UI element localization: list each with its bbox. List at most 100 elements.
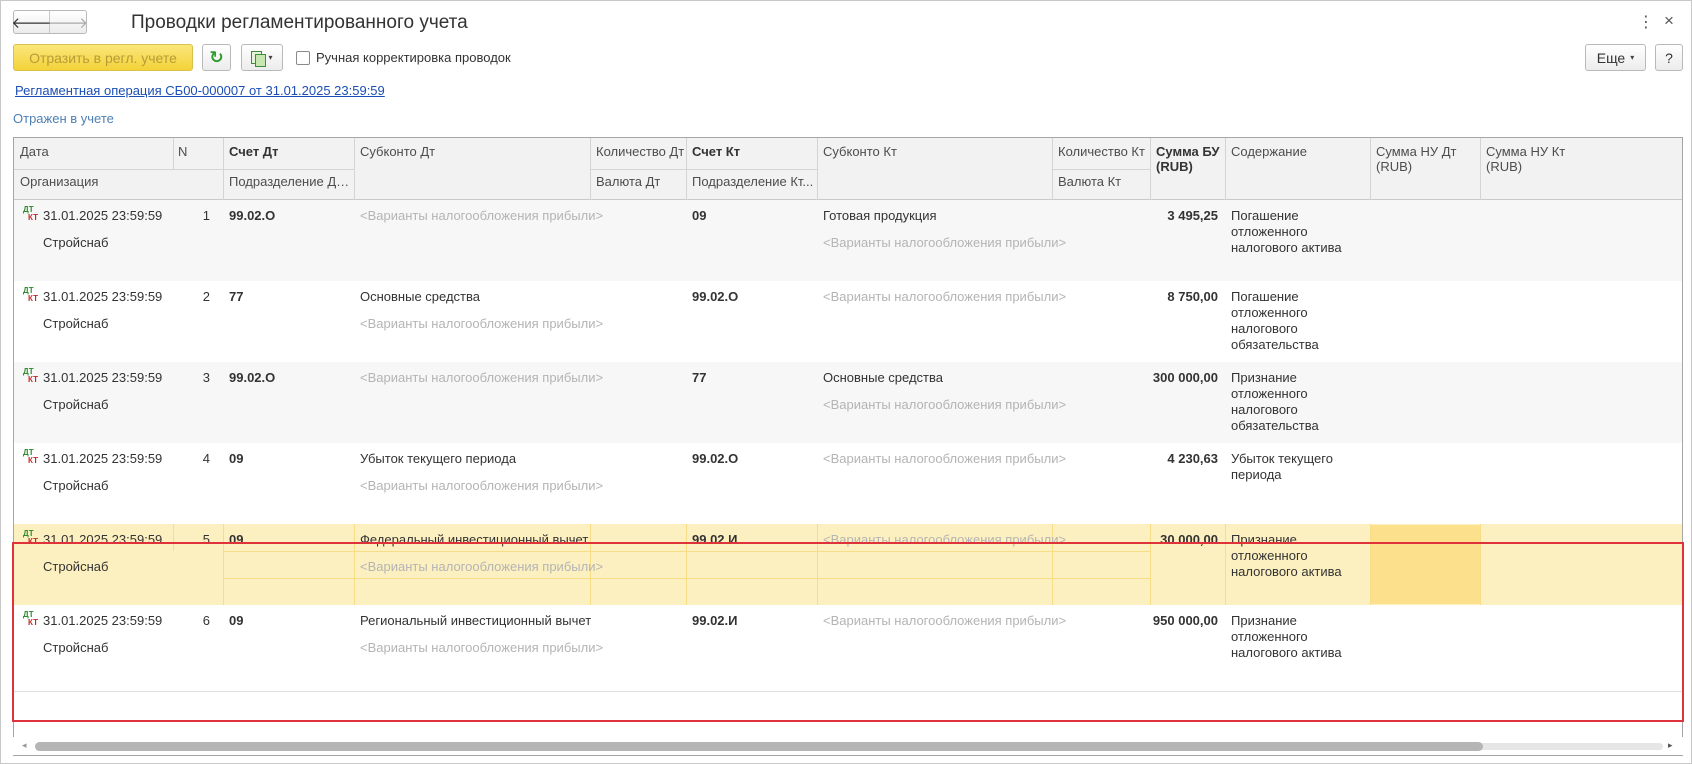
date-cell: 31.01.2025 23:59:59: [43, 289, 163, 304]
n-cell: 2: [202, 289, 210, 304]
help-button[interactable]: ?: [1655, 44, 1683, 71]
organization-cell: Стройснаб: [43, 235, 109, 250]
table-row[interactable]: ДТ КТ 31.01.2025 23:59:59 3 Стройснаб 99.…: [14, 362, 1682, 449]
table-header: Дата N Счет Дт Субконто Дт Количество Дт…: [14, 138, 1682, 200]
column-header-subconto-dt[interactable]: Субконто Дт: [360, 144, 435, 159]
date-cell: 31.01.2025 23:59:59: [43, 451, 163, 466]
column-header-date[interactable]: Дата: [20, 144, 49, 159]
subconto-kt-cell: <Варианты налогообложения прибыли>: [823, 451, 1067, 466]
column-header-content[interactable]: Содержание: [1231, 144, 1307, 159]
posting-dt-kt-icon: ДТ КТ: [23, 448, 38, 465]
scrollbar-thumb[interactable]: [35, 742, 1483, 751]
operation-link[interactable]: Регламентная операция СБ00-000007 от 31.…: [15, 83, 385, 98]
chevron-down-icon: ▾: [1630, 53, 1635, 62]
table-row[interactable]: ДТ КТ 31.01.2025 23:59:59 1 Стройснаб 99.…: [14, 200, 1682, 287]
column-header-currency-kt[interactable]: Валюта Кт: [1058, 174, 1121, 189]
account-kt-cell: 99.02.И: [692, 532, 738, 547]
subconto-dt-cell: Федеральный инвестиционный вычет: [360, 532, 589, 547]
manual-correction-checkbox[interactable]: [296, 51, 310, 65]
n-cell: 5: [202, 532, 210, 547]
sum-bu-cell: 3 495,25: [1167, 208, 1218, 223]
subconto-dt-cell-2: <Варианты налогообложения прибыли>: [360, 316, 604, 331]
subconto-kt-cell: Основные средства: [823, 370, 943, 385]
close-icon[interactable]: ×: [1664, 11, 1674, 31]
more-label: Еще: [1596, 49, 1626, 66]
table-row[interactable]: ДТ КТ 31.01.2025 23:59:59 6 Стройснаб 09 …: [14, 605, 1682, 692]
content-cell: Признание отложенного налогового актива: [1231, 532, 1342, 579]
table-row[interactable]: ДТ КТ 31.01.2025 23:59:59 4 Стройснаб 09 …: [14, 443, 1682, 530]
column-header-organization[interactable]: Организация: [20, 174, 98, 189]
subconto-dt-cell: <Варианты налогообложения прибыли>: [360, 370, 604, 385]
content-cell: Признание отложенного налогового актива: [1231, 613, 1342, 660]
date-cell: 31.01.2025 23:59:59: [43, 532, 163, 547]
n-cell: 4: [202, 451, 210, 466]
subconto-dt-cell: Основные средства: [360, 289, 480, 304]
sum-bu-cell: 300 000,00: [1152, 370, 1218, 385]
column-header-sum-nu-kt[interactable]: Сумма НУ Кт (RUB): [1486, 144, 1586, 174]
posting-dt-kt-icon: ДТ КТ: [23, 610, 38, 627]
subconto-kt-cell-2: <Варианты налогообложения прибыли>: [823, 235, 1067, 250]
column-header-sum-nu-dt[interactable]: Сумма НУ Дт (RUB): [1376, 144, 1476, 174]
column-header-subconto-kt[interactable]: Субконто Кт: [823, 144, 897, 159]
sum-bu-cell: 30 000,00: [1160, 532, 1218, 547]
account-kt-cell: 99.02.И: [692, 613, 738, 628]
reflect-in-accounting-button[interactable]: Отразить в регл. учете: [13, 44, 193, 71]
table-row[interactable]: ДТ КТ 31.01.2025 23:59:59 2 Стройснаб 77 …: [14, 281, 1682, 368]
back-arrow-icon[interactable]: 🡐: [11, 11, 52, 33]
horizontal-scrollbar[interactable]: ◂ ▸: [13, 737, 1683, 755]
posting-dt-kt-icon: ДТ КТ: [23, 367, 38, 384]
column-header-sum-bu[interactable]: Сумма БУ (RUB): [1156, 144, 1224, 174]
subconto-dt-cell: Убыток текущего периода: [360, 451, 517, 466]
account-dt-cell: 09: [229, 613, 244, 628]
column-header-division-kt[interactable]: Подразделение Кт...: [692, 174, 814, 189]
refresh-button[interactable]: ↻: [202, 44, 231, 71]
n-cell: 6: [202, 613, 210, 628]
content-cell: Погашение отложенного налогового актива: [1231, 208, 1342, 255]
manual-correction-label[interactable]: Ручная корректировка проводок: [316, 50, 511, 65]
posting-dt-kt-icon: ДТ КТ: [23, 286, 38, 303]
date-cell: 31.01.2025 23:59:59: [43, 208, 163, 223]
subconto-kt-cell: <Варианты налогообложения прибыли>: [823, 289, 1067, 304]
content-cell: Убыток текущего периода: [1231, 451, 1333, 482]
account-dt-cell: 09: [229, 532, 244, 547]
status-text: Отражен в учете: [13, 111, 114, 126]
documents-icon: [251, 50, 267, 67]
scroll-left-icon[interactable]: ◂: [22, 740, 27, 751]
column-header-account-dt[interactable]: Счет Дт: [229, 144, 278, 159]
focused-cell-sum-nu-dt[interactable]: [1371, 525, 1480, 604]
subconto-kt-cell-2: <Варианты налогообложения прибыли>: [823, 397, 1067, 412]
organization-cell: Стройснаб: [43, 316, 109, 331]
forward-arrow-icon[interactable]: 🡒: [48, 11, 88, 33]
subconto-dt-cell: Региональный инвестиционный вычет: [360, 613, 592, 628]
column-header-n[interactable]: N: [178, 144, 187, 159]
column-header-account-kt[interactable]: Счет Кт: [692, 144, 740, 159]
posting-dt-kt-icon: ДТ КТ: [23, 205, 38, 222]
subconto-dt-cell: <Варианты налогообложения прибыли>: [360, 208, 604, 223]
kebab-menu-icon[interactable]: ⋮: [1638, 12, 1654, 32]
column-header-division-dt[interactable]: Подразделение Дт...: [229, 174, 351, 189]
chevron-down-icon: ▾: [268, 53, 273, 62]
subconto-kt-cell: Готовая продукция: [823, 208, 937, 223]
navigation-buttons: 🡐 🡒: [11, 10, 88, 34]
organization-cell: Стройснаб: [43, 640, 109, 655]
content-cell: Погашение отложенного налогового обязате…: [1231, 289, 1319, 352]
sum-bu-cell: 8 750,00: [1167, 289, 1218, 304]
column-header-qty-kt[interactable]: Количество Кт: [1058, 144, 1150, 159]
posting-dt-kt-icon: ДТ КТ: [23, 529, 38, 546]
table-row-selected[interactable]: ДТ КТ 31.01.2025 23:59:59 5 Стройснаб 09 …: [14, 524, 1682, 611]
column-header-currency-dt[interactable]: Валюта Дт: [596, 174, 660, 189]
account-kt-cell: 77: [692, 370, 707, 385]
sum-bu-cell: 4 230,63: [1167, 451, 1218, 466]
account-kt-cell: 09: [692, 208, 707, 223]
n-cell: 1: [202, 208, 210, 223]
account-dt-cell: 09: [229, 451, 244, 466]
scroll-right-icon[interactable]: ▸: [1668, 740, 1673, 751]
more-menu-button[interactable]: Еще ▾: [1585, 44, 1646, 71]
n-cell: 3: [202, 370, 210, 385]
date-cell: 31.01.2025 23:59:59: [43, 370, 163, 385]
sum-bu-cell: 950 000,00: [1152, 613, 1218, 628]
documents-menu-button[interactable]: ▾: [241, 44, 283, 71]
date-cell: 31.01.2025 23:59:59: [43, 613, 163, 628]
column-header-qty-dt[interactable]: Количество Дт: [596, 144, 688, 159]
account-dt-cell: 77: [229, 289, 244, 304]
